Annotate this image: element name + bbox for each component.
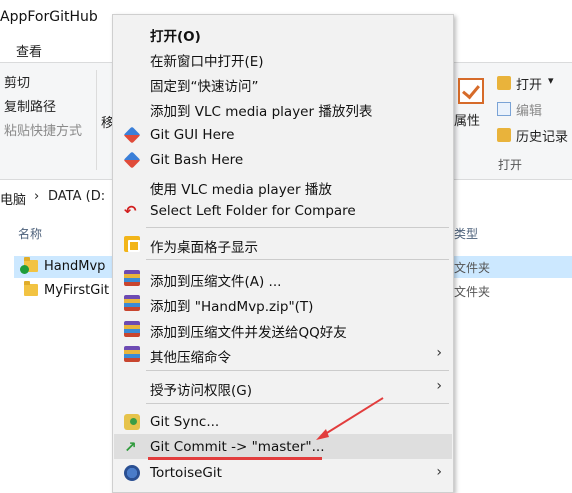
annotation-arrow [316,397,384,440]
